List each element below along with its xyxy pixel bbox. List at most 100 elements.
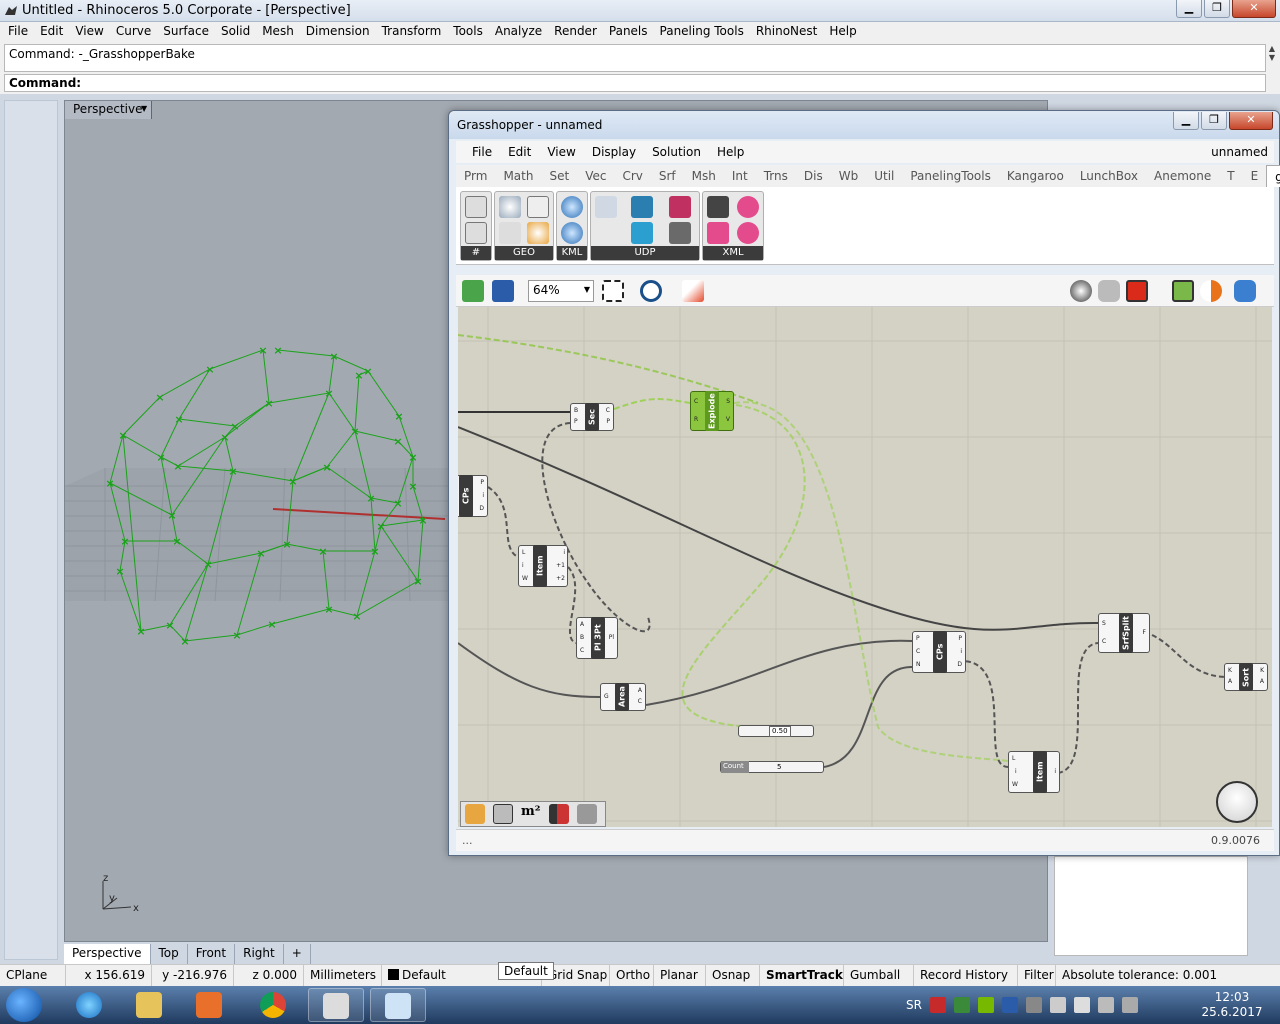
security-tray-icon[interactable]	[1001, 997, 1018, 1013]
display-mode-icon[interactable]	[1234, 280, 1256, 302]
pin-plus2[interactable]: +2	[556, 575, 565, 582]
menu-dimension[interactable]: Dimension	[300, 22, 376, 42]
filter-toggle[interactable]: Filter	[1018, 965, 1056, 986]
pin-i[interactable]: i	[960, 648, 962, 655]
taskbar-paint[interactable]	[370, 988, 426, 1022]
pin-c[interactable]: C	[580, 647, 584, 654]
dimension-icon[interactable]	[549, 804, 569, 824]
pin-p[interactable]: P	[480, 479, 484, 486]
units-field[interactable]: Millimeters	[304, 965, 382, 986]
pin-i[interactable]: i	[1015, 768, 1017, 775]
udp-forward-icon[interactable]	[631, 222, 653, 244]
viewport-title[interactable]: Perspective	[65, 101, 152, 119]
cplane-label[interactable]: CPlane	[0, 965, 66, 986]
preview-mesh-icon[interactable]	[1172, 280, 1194, 302]
xml-tree-icon[interactable]	[707, 196, 729, 218]
pin-plus1[interactable]: +1	[556, 562, 565, 569]
viewport-menu-arrow-icon[interactable]: ▼	[141, 104, 147, 113]
tab-wb[interactable]: Wb	[831, 165, 866, 187]
language-indicator[interactable]: SR	[906, 998, 922, 1012]
pin-d[interactable]: D	[957, 661, 962, 668]
pin-b[interactable]: B	[580, 634, 584, 641]
menu-surface[interactable]: Surface	[157, 22, 215, 42]
planar-toggle[interactable]: Planar	[654, 965, 706, 986]
pin-b[interactable]: B	[574, 407, 578, 414]
udp-split-icon[interactable]	[669, 222, 691, 244]
menu-panels[interactable]: Panels	[603, 22, 654, 42]
pin-c[interactable]: C	[1102, 638, 1106, 645]
taskbar-ie[interactable]	[62, 988, 118, 1022]
preview-eye-icon[interactable]	[640, 280, 662, 302]
record-history-toggle[interactable]: Record History	[914, 965, 1018, 986]
grid-icon[interactable]	[499, 222, 521, 244]
tab-top[interactable]: Top	[151, 944, 188, 964]
menu-file[interactable]: File	[2, 22, 34, 42]
pin-a[interactable]: A	[1228, 678, 1232, 685]
volume-tray-icon[interactable]	[1121, 997, 1138, 1013]
tab-msh[interactable]: Msh	[684, 165, 724, 187]
tab-perspective[interactable]: Perspective	[64, 944, 151, 964]
gh-menu-view[interactable]: View	[539, 141, 583, 163]
ortho-toggle[interactable]: Ortho	[610, 965, 654, 986]
menu-tools[interactable]: Tools	[447, 22, 489, 42]
taskbar-media[interactable]	[182, 988, 238, 1022]
tab-util[interactable]: Util	[866, 165, 902, 187]
menu-edit[interactable]: Edit	[34, 22, 69, 42]
tab-anemone[interactable]: Anemone	[1146, 165, 1219, 187]
ribbon-label-xml[interactable]: XML	[703, 246, 763, 260]
tab-panelingtools[interactable]: PanelingTools	[902, 165, 999, 187]
globe-icon[interactable]	[499, 196, 521, 218]
udp-tool-icon[interactable]	[669, 196, 691, 218]
gh-menu-solution[interactable]: Solution	[644, 141, 709, 163]
kml-import-icon[interactable]	[561, 222, 583, 244]
number-slider[interactable]: 0.50	[738, 725, 814, 737]
command-prompt[interactable]: Command:	[4, 74, 1266, 92]
pin-k-out[interactable]: K	[1260, 667, 1264, 674]
display-tray-icon[interactable]	[1097, 997, 1114, 1013]
nvidia-tray-icon[interactable]	[977, 997, 994, 1013]
zoom-extents-icon[interactable]	[602, 280, 624, 302]
component-item-right[interactable]: L i W Item i	[1008, 751, 1060, 793]
ribbon-label-udp[interactable]: UDP	[591, 246, 699, 260]
count-slider[interactable]: Count 5	[720, 761, 824, 773]
pin-l[interactable]: L	[522, 549, 525, 556]
pin-c[interactable]: C	[916, 648, 920, 655]
xml-signal-icon[interactable]	[737, 196, 759, 218]
udp-send-icon[interactable]	[631, 196, 653, 218]
menu-help[interactable]: Help	[823, 22, 862, 42]
pin-p[interactable]: P	[574, 418, 578, 425]
pin-f[interactable]: F	[1143, 629, 1146, 636]
tab-right[interactable]: Right	[235, 944, 284, 964]
udp-receive-icon[interactable]	[595, 196, 617, 218]
acrobat-tray-icon[interactable]	[929, 997, 946, 1013]
start-button[interactable]	[6, 988, 42, 1022]
pin-i-out[interactable]: i	[563, 549, 565, 556]
menu-paneling-tools[interactable]: Paneling Tools	[654, 22, 750, 42]
component-sec[interactable]: B P Sec C P	[570, 403, 614, 431]
tray-app-icon[interactable]	[953, 997, 970, 1013]
taskbar-explorer[interactable]	[122, 988, 178, 1022]
pin-i-out[interactable]: i	[1054, 768, 1056, 775]
component-area[interactable]: G Area A C	[600, 683, 646, 711]
component-cps-left[interactable]: CPs P i D	[458, 475, 488, 517]
tab-math[interactable]: Math	[495, 165, 541, 187]
pin-c[interactable]: C	[606, 407, 610, 414]
gumball-toggle[interactable]: Gumball	[844, 965, 914, 986]
tab-e[interactable]: E	[1243, 165, 1267, 187]
cluster-icon[interactable]	[465, 804, 485, 824]
flag-tray-icon[interactable]	[1073, 997, 1090, 1013]
gh-close-button[interactable]: ✕	[1229, 112, 1273, 130]
tab-dis[interactable]: Dis	[796, 165, 831, 187]
download-icon[interactable]	[493, 804, 513, 824]
gh-restore-button[interactable]: ❐	[1201, 112, 1227, 130]
component-pl3pt[interactable]: A B C Pl 3Pt Pl	[576, 617, 618, 659]
save-icon[interactable]	[492, 280, 514, 302]
gh-menu-help[interactable]: Help	[709, 141, 752, 163]
pin-v[interactable]: V	[726, 416, 730, 423]
tab-prm[interactable]: Prm	[456, 165, 495, 187]
tab-srf[interactable]: Srf	[651, 165, 684, 187]
menu-view[interactable]: View	[69, 22, 109, 42]
component-item-left[interactable]: L i W Item i +1 +2	[518, 545, 568, 587]
gh-menu-file[interactable]: File	[464, 141, 500, 163]
xml-feed-icon[interactable]	[737, 222, 759, 244]
